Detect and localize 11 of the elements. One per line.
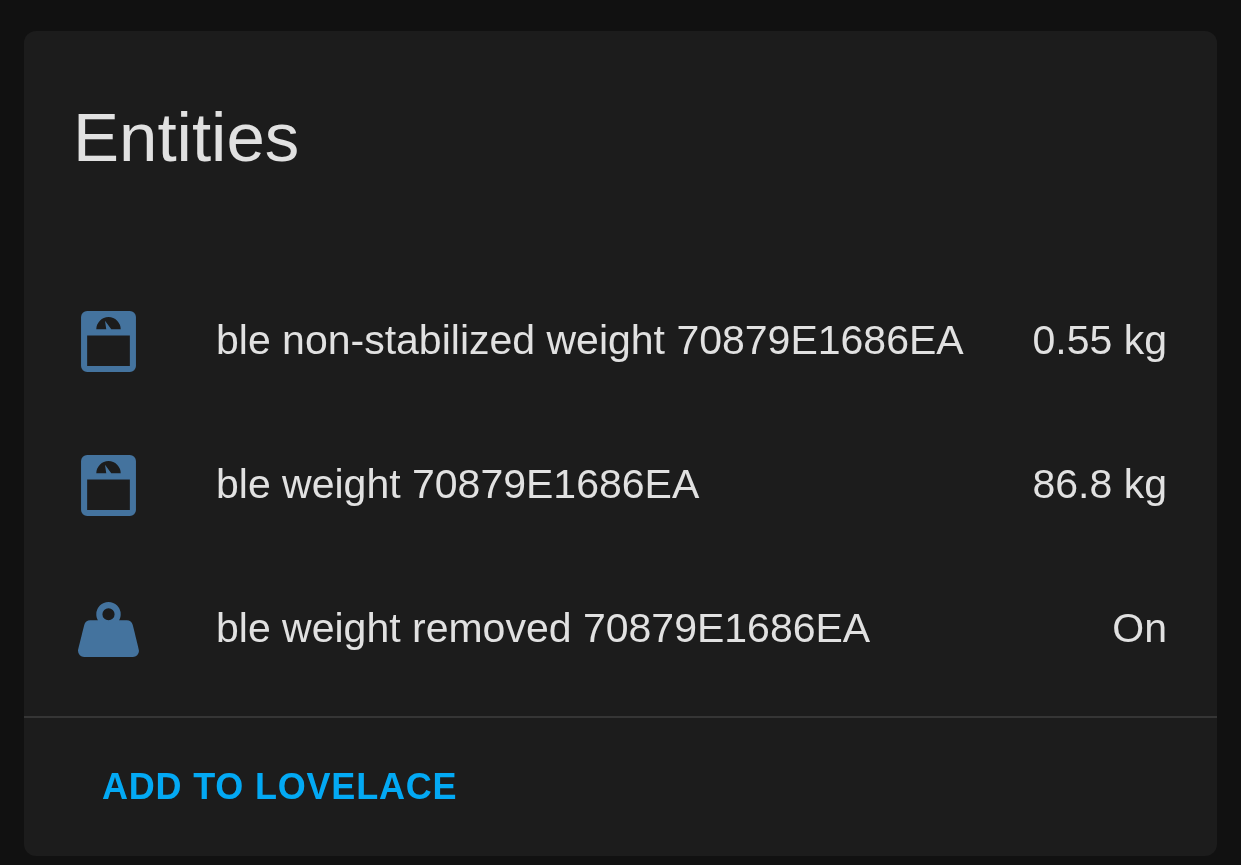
add-to-lovelace-button[interactable]: ADD TO LOVELACE: [86, 756, 474, 818]
entity-state: On: [1112, 604, 1167, 654]
entity-name: ble weight 70879E1686EA: [216, 460, 701, 510]
scale-icon: [80, 310, 136, 372]
scale-icon: [80, 454, 136, 516]
entity-name: ble non-stabilized weight 70879E1686EA: [216, 316, 965, 366]
weight-icon: [77, 601, 139, 657]
entity-state: 0.55 kg: [1032, 316, 1167, 366]
entity-state: 86.8 kg: [1032, 460, 1167, 510]
entity-name: ble weight removed 70879E1686EA: [216, 604, 872, 654]
card-title: Entities: [73, 98, 300, 178]
